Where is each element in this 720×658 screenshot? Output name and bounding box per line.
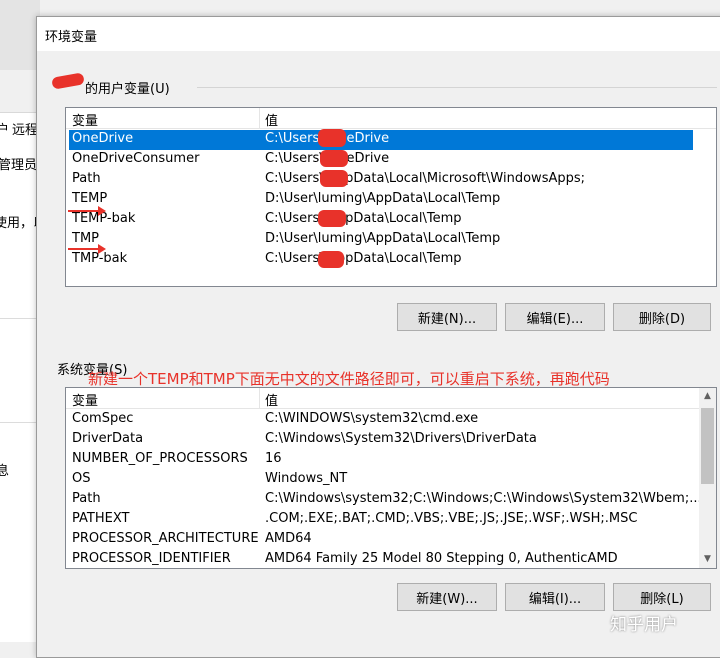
user-var-value: C:\Users\\AppData\Local\Temp (265, 211, 462, 226)
username-redaction-scribble (320, 150, 348, 167)
background-tabs: 户 远程 (0, 112, 40, 144)
user-var-row-tmp-bak[interactable]: TMP-bak C:\Users\\AppData\Local\Temp (69, 250, 693, 270)
system-vars-scrollbar[interactable]: ▲ ▼ (699, 388, 716, 568)
system-var-row-os[interactable]: OS Windows_NT (69, 470, 689, 490)
user-vars-list-header: 变量 值 (66, 108, 716, 129)
system-var-row-comspec[interactable]: ComSpec C:\WINDOWS\system32\cmd.exe (69, 410, 689, 430)
system-var-name: OS (72, 471, 91, 486)
column-header-variable[interactable]: 变量 (72, 110, 98, 129)
background-text-admin: 管理员 (0, 158, 38, 173)
user-var-row-tmp[interactable]: TMP D:\User\luming\AppData\Local\Temp (69, 230, 693, 250)
user-var-name: OneDriveConsumer (72, 151, 200, 166)
system-var-value: 16 (265, 451, 282, 466)
system-var-name: PATHEXT (72, 511, 130, 526)
background-tab-fragment[interactable]: 户 (0, 119, 9, 138)
annotation-text: 新建一个TEMP和TMP下面无中文的文件路径即可，可以重启下系统，再跑代码 (88, 370, 610, 388)
system-var-row-number-of-processors[interactable]: NUMBER_OF_PROCESSORS 16 (69, 450, 689, 470)
user-vars-list[interactable]: 变量 值 OneDrive C:\Users\\OneDrive OneDriv… (65, 107, 717, 287)
username-redaction-scribble (320, 170, 348, 187)
background-text-info: 息 (0, 464, 10, 479)
scroll-down-arrow-icon[interactable]: ▼ (699, 551, 716, 568)
user-var-new-button[interactable]: 新建(N)... (397, 303, 497, 331)
username-redaction-scribble (318, 129, 346, 147)
system-var-value: AMD64 Family 25 Model 80 Stepping 0, Aut… (265, 551, 618, 566)
background-window-header (0, 0, 40, 70)
system-var-row-pathext[interactable]: PATHEXT .COM;.EXE;.BAT;.CMD;.VBS;.VBE;.J… (69, 510, 689, 530)
system-var-row-processor-architecture[interactable]: PROCESSOR_ARCHITECTURE AMD64 (69, 530, 689, 550)
system-vars-list[interactable]: 变量 值 ComSpec C:\WINDOWS\system32\cmd.exe… (65, 387, 717, 569)
background-panel: 管理员 使用，以 息 (0, 142, 46, 642)
system-vars-list-header: 变量 值 (66, 388, 716, 409)
user-var-value: C:\Users\\AppData\Local\Microsoft\Window… (265, 171, 586, 186)
background-tab-remote[interactable]: 远程 (12, 119, 38, 138)
red-arrow-icon (68, 244, 106, 254)
column-separator[interactable] (259, 388, 260, 408)
user-var-name: TEMP (72, 191, 108, 206)
system-var-delete-button[interactable]: 删除(L) (613, 583, 711, 611)
system-var-edit-button[interactable]: 编辑(I)... (505, 583, 605, 611)
scroll-up-arrow-icon[interactable]: ▲ (699, 388, 716, 405)
system-var-row-path[interactable]: Path C:\Windows\system32;C:\Windows;C:\W… (69, 490, 702, 510)
column-header-value[interactable]: 值 (265, 110, 278, 129)
user-var-value: D:\User\luming\AppData\Local\Temp (265, 191, 501, 206)
user-var-row-temp-bak[interactable]: TEMP-bak C:\Users\\AppData\Local\Temp (69, 210, 693, 230)
user-var-row-temp[interactable]: TEMP D:\User\luming\AppData\Local\Temp (69, 190, 693, 210)
user-var-row-onedrive[interactable]: OneDrive C:\Users\\OneDrive (69, 130, 693, 150)
scrollbar-thumb[interactable] (701, 408, 714, 484)
user-vars-group-label: 的用户变量(U) (85, 82, 170, 97)
user-var-name: Path (72, 171, 101, 186)
system-var-name: ComSpec (72, 411, 134, 426)
user-var-row-path[interactable]: Path C:\Users\\AppData\Local\Microsoft\W… (69, 170, 693, 190)
column-header-variable[interactable]: 变量 (72, 390, 98, 409)
system-var-name: NUMBER_OF_PROCESSORS (72, 451, 248, 466)
watermark: 知乎用户 (610, 615, 678, 635)
title-bar[interactable]: 环境变量 (37, 17, 720, 51)
column-header-value[interactable]: 值 (265, 390, 278, 409)
column-separator[interactable] (259, 108, 260, 128)
system-var-new-button[interactable]: 新建(W)... (397, 583, 497, 611)
system-var-row-processor-identifier[interactable]: PROCESSOR_IDENTIFIER AMD64 Family 25 Mod… (69, 550, 689, 568)
system-var-value: C:\WINDOWS\system32\cmd.exe (265, 411, 479, 426)
system-var-name: PROCESSOR_ARCHITECTURE (72, 531, 259, 546)
user-var-name: OneDrive (72, 131, 134, 146)
system-var-name: DriverData (72, 431, 144, 446)
user-var-row-onedriveconsumer[interactable]: OneDriveConsumer C:\Users\\OneDrive (69, 150, 693, 170)
user-var-value: C:\Users\\AppData\Local\Temp (265, 251, 462, 266)
background-divider (0, 318, 40, 319)
red-arrow-icon (68, 206, 106, 216)
username-redaction-scribble (318, 251, 344, 268)
system-var-row-driverdata[interactable]: DriverData C:\Windows\System32\Drivers\D… (69, 430, 689, 450)
user-var-name: TMP (72, 231, 99, 246)
user-var-edit-button[interactable]: 编辑(E)... (505, 303, 605, 331)
system-var-value: C:\Windows\system32;C:\Windows;C:\Window… (265, 491, 702, 506)
environment-variables-dialog: 环境变量 的用户变量(U) 变量 值 OneDrive C:\Users\\On… (36, 16, 720, 658)
username-redaction-scribble (318, 210, 346, 227)
background-divider (0, 422, 40, 423)
background-window: 户 远程 管理员 使用，以 息 (0, 0, 46, 645)
system-var-value: Windows_NT (265, 471, 348, 486)
system-var-name: Path (72, 491, 101, 506)
system-var-value: C:\Windows\System32\Drivers\DriverData (265, 431, 537, 446)
dialog-title: 环境变量 (45, 30, 98, 45)
user-var-value: D:\User\luming\AppData\Local\Temp (265, 231, 501, 246)
system-var-name: PROCESSOR_IDENTIFIER (72, 551, 231, 566)
group-divider (197, 87, 717, 88)
system-var-value: AMD64 (265, 531, 312, 546)
system-var-value: .COM;.EXE;.BAT;.CMD;.VBS;.VBE;.JS;.JSE;.… (265, 511, 638, 526)
user-var-delete-button[interactable]: 删除(D) (613, 303, 711, 331)
